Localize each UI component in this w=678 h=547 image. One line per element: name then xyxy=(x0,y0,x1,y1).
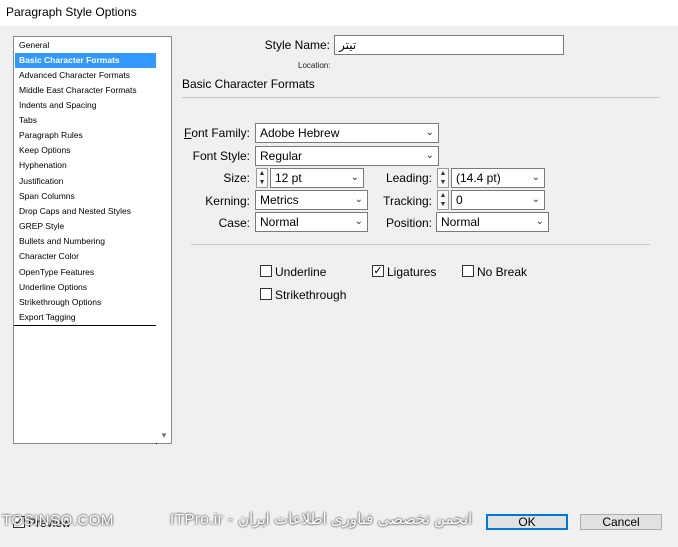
category-export-tagging[interactable]: Export Tagging xyxy=(15,310,157,325)
chevron-down-icon: ⌄ xyxy=(350,172,359,183)
category-tabs[interactable]: Tabs xyxy=(15,113,157,128)
font-style-value: Regular xyxy=(260,149,303,163)
category-drop-caps-nested-styles[interactable]: Drop Caps and Nested Styles xyxy=(15,204,157,219)
category-middle-east-character-formats[interactable]: Middle East Character Formats xyxy=(15,83,157,98)
kerning-value: Metrics xyxy=(260,193,299,207)
section-divider xyxy=(182,97,660,98)
position-select[interactable]: Normal ⌄ xyxy=(436,212,549,232)
down-arrow-icon[interactable]: ▼ xyxy=(257,178,267,187)
category-strikethrough-options[interactable]: Strikethrough Options xyxy=(15,295,157,310)
up-arrow-icon[interactable]: ▲ xyxy=(438,169,448,178)
font-style-select[interactable]: Regular ⌄ xyxy=(255,146,439,166)
category-list[interactable]: General Basic Character Formats Advanced… xyxy=(13,36,172,444)
watermark-right: ITPro.ir - انجمن تخصصی فناوری اطلاعات ای… xyxy=(170,511,473,528)
list-empty-area xyxy=(14,325,157,444)
underline-checkbox[interactable] xyxy=(260,265,272,277)
category-justification[interactable]: Justification xyxy=(15,174,157,189)
kerning-select[interactable]: Metrics ⌄ xyxy=(255,190,368,210)
tracking-select[interactable]: 0 ⌄ xyxy=(451,190,545,210)
chevron-down-icon: ⌄ xyxy=(354,216,363,227)
title-bar: Paragraph Style Options xyxy=(0,0,678,26)
font-family-select[interactable]: Adobe Hebrew ⌄ xyxy=(255,123,439,143)
leading-stepper[interactable]: ▲ ▼ xyxy=(437,168,449,188)
size-label: Size: xyxy=(223,171,250,185)
category-grep-style[interactable]: GREP Style xyxy=(15,219,157,234)
tracking-value: 0 xyxy=(456,193,463,207)
category-hyphenation[interactable]: Hyphenation xyxy=(15,158,157,173)
size-value: 12 pt xyxy=(275,171,302,185)
category-character-color[interactable]: Character Color xyxy=(15,249,157,264)
tracking-label: Tracking: xyxy=(383,194,432,208)
category-keep-options[interactable]: Keep Options xyxy=(15,143,157,158)
chevron-down-icon: ⌄ xyxy=(531,194,540,205)
chevron-down-icon: ⌄ xyxy=(354,194,363,205)
chevron-down-icon: ⌄ xyxy=(425,127,434,138)
case-select[interactable]: Normal ⌄ xyxy=(255,212,368,232)
chevron-down-icon: ⌄ xyxy=(535,216,544,227)
up-arrow-icon[interactable]: ▲ xyxy=(438,191,448,200)
case-label: Case: xyxy=(218,216,250,230)
category-indents-and-spacing[interactable]: Indents and Spacing xyxy=(15,98,157,113)
style-name-value: تیتر xyxy=(339,38,357,52)
category-basic-character-formats[interactable]: Basic Character Formats xyxy=(15,53,157,68)
strikethrough-label: Strikethrough xyxy=(275,288,347,302)
underline-label: Underline xyxy=(275,265,327,279)
leading-value: (14.4 pt) xyxy=(456,171,501,185)
size-stepper[interactable]: ▲ ▼ xyxy=(256,168,268,188)
category-scrollbar[interactable]: ▼ xyxy=(156,37,171,443)
category-span-columns[interactable]: Span Columns xyxy=(15,189,157,204)
kerning-label: Kerning: xyxy=(205,194,250,208)
window-title: Paragraph Style Options xyxy=(6,5,137,19)
category-items: General Basic Character Formats Advanced… xyxy=(14,37,157,326)
category-opentype-features[interactable]: OpenType Features xyxy=(15,265,157,280)
ligatures-checkbox[interactable]: ✓ xyxy=(372,265,384,277)
font-family-label: Font Family: xyxy=(183,126,250,140)
no-break-checkbox[interactable] xyxy=(462,265,474,277)
leading-select[interactable]: (14.4 pt) ⌄ xyxy=(451,168,545,188)
ligatures-label: Ligatures xyxy=(387,265,437,279)
category-general[interactable]: General xyxy=(15,38,157,53)
down-arrow-icon[interactable]: ▼ xyxy=(438,200,448,209)
position-value: Normal xyxy=(441,215,480,229)
no-break-label: No Break xyxy=(477,265,528,279)
options-divider xyxy=(191,244,650,245)
size-select[interactable]: 12 pt ⌄ xyxy=(270,168,364,188)
section-title: Basic Character Formats xyxy=(182,77,315,91)
tracking-stepper[interactable]: ▲ ▼ xyxy=(437,190,449,210)
category-advanced-character-formats[interactable]: Advanced Character Formats xyxy=(15,68,157,83)
category-bullets-and-numbering[interactable]: Bullets and Numbering xyxy=(15,234,157,249)
position-label: Position: xyxy=(385,216,432,230)
font-family-value: Adobe Hebrew xyxy=(260,126,340,140)
style-name-label: Style Name: xyxy=(264,38,330,52)
up-arrow-icon[interactable]: ▲ xyxy=(257,169,267,178)
style-name-input[interactable]: تیتر xyxy=(334,35,564,55)
scroll-down-icon[interactable]: ▼ xyxy=(159,431,169,441)
cancel-button[interactable]: Cancel xyxy=(580,514,662,530)
category-underline-options[interactable]: Underline Options xyxy=(15,280,157,295)
location-label: Location: xyxy=(298,61,331,70)
case-value: Normal xyxy=(260,215,299,229)
chevron-down-icon: ⌄ xyxy=(425,150,434,161)
font-style-label: Font Style: xyxy=(192,149,250,163)
watermark-left: TOSINSO.COM xyxy=(2,512,114,529)
chevron-down-icon: ⌄ xyxy=(531,172,540,183)
leading-label: Leading: xyxy=(385,171,432,185)
category-paragraph-rules[interactable]: Paragraph Rules xyxy=(15,128,157,143)
strikethrough-checkbox[interactable] xyxy=(260,288,272,300)
down-arrow-icon[interactable]: ▼ xyxy=(438,178,448,187)
watermark: TOSINSO.COM ITPro.ir - انجمن تخصصی فناور… xyxy=(0,510,520,534)
